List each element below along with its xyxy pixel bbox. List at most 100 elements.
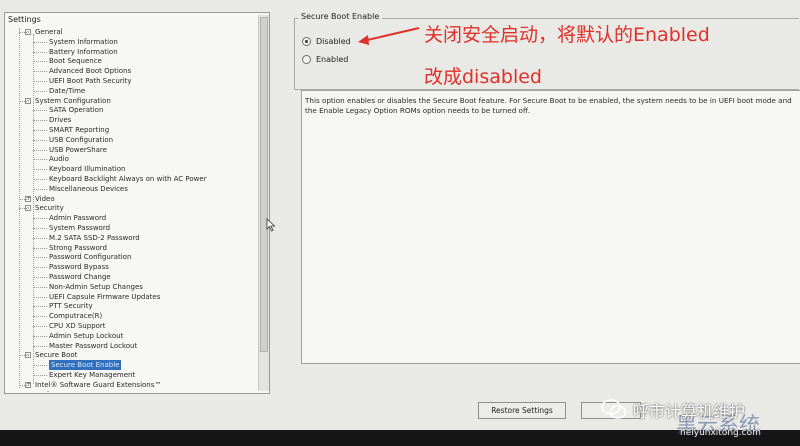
tree-connector xyxy=(33,188,47,190)
watermark-site: heiyunxitong.com xyxy=(680,428,761,438)
tree-connector xyxy=(33,110,47,112)
tree-item[interactable]: Intel® Software Guard Extensions™ + xyxy=(25,380,161,390)
tree-connector xyxy=(33,169,47,171)
tree-item-label: Video xyxy=(35,194,55,203)
tree-item[interactable]: Secure Boot - xyxy=(25,350,78,360)
tree-item-label: M.2 SATA SSD-2 Password xyxy=(49,233,140,242)
tree-item[interactable]: UEFI Capsule Firmware Updates xyxy=(49,292,160,302)
tree-item-label: Drives xyxy=(49,116,72,125)
tree-item[interactable]: Master Password Lockout xyxy=(49,341,137,351)
annotation-line-1: 关闭安全启动，将默认的Enabled xyxy=(424,24,710,46)
tree-connector xyxy=(19,355,31,357)
tree-item-label: Keyboard Backlight Always on with AC Pow… xyxy=(49,175,207,183)
tree-item-label: Master Password Lockout xyxy=(49,341,138,350)
tree-item[interactable]: Password Configuration xyxy=(49,252,131,262)
tree-item[interactable]: USB Configuration xyxy=(49,135,113,145)
tree-item[interactable]: System Configuration - xyxy=(25,96,111,106)
tree-connector xyxy=(33,228,47,229)
tree-item[interactable]: PTT Security xyxy=(49,301,93,311)
tree-connector xyxy=(33,267,47,269)
tree-item[interactable]: Computrace(R) xyxy=(49,311,102,321)
radio-disabled-indicator[interactable] xyxy=(302,37,311,46)
tree-item[interactable]: USB PowerShare xyxy=(49,145,107,155)
radio-enabled[interactable]: Enabled xyxy=(302,54,362,66)
tree-item[interactable]: General - xyxy=(25,27,63,37)
tree-item[interactable]: Keyboard Backlight Always on with AC Pow… xyxy=(49,174,207,184)
tree-connector xyxy=(33,120,47,122)
annotation-arrow-icon xyxy=(358,27,420,45)
tree-item[interactable]: Keyboard Illumination xyxy=(49,164,125,174)
tree-item[interactable]: M.2 SATA SSD-2 Password xyxy=(49,233,140,243)
tree-item-label: System Password xyxy=(49,224,111,232)
tree-item[interactable]: Miscellaneous Devices xyxy=(49,184,128,194)
tree-item[interactable]: Drives xyxy=(49,115,71,125)
tree-connector xyxy=(33,345,47,347)
tree-item[interactable]: Secure Boot Enable xyxy=(49,360,122,371)
tree-connector xyxy=(33,90,47,92)
tree-item[interactable]: SATA Operation xyxy=(49,105,103,115)
tree-connector xyxy=(19,198,31,200)
tree-item-label: Expert Key Management xyxy=(49,371,136,379)
restore-settings-button[interactable]: Restore Settings xyxy=(478,402,566,419)
tree-connector xyxy=(33,81,47,82)
secure-boot-group-title: Secure Boot Enable xyxy=(298,12,383,21)
tree-item-label: USB PowerShare xyxy=(49,145,107,154)
tree-connector xyxy=(33,257,47,259)
tree-item[interactable]: Strong Password xyxy=(49,243,107,253)
tree-item[interactable]: Advanced Boot Options xyxy=(49,66,131,76)
tree-item[interactable]: System Information xyxy=(49,37,118,47)
tree-item-label: Non-Admin Setup Changes xyxy=(49,282,143,291)
tree-item-label: Password Configuration xyxy=(49,253,132,262)
tree-item-label: Admin Password xyxy=(49,214,107,223)
tree-scrollbar-thumb[interactable] xyxy=(260,17,268,352)
tree-connector xyxy=(19,208,31,210)
tree-item[interactable]: Performance+ xyxy=(25,390,79,392)
tree-item[interactable]: Admin Setup Lockout xyxy=(49,331,123,341)
tree-item-label: CPU XD Support xyxy=(49,322,106,330)
radio-disabled[interactable]: Disabled xyxy=(302,36,362,48)
tree-item[interactable]: Audio xyxy=(49,154,69,164)
tree-connector xyxy=(33,61,47,63)
tree-scrollbar[interactable] xyxy=(258,15,269,391)
tree-item[interactable]: CPU XD Support xyxy=(49,321,106,331)
tree-connector xyxy=(33,51,47,53)
tree-item[interactable]: Non-Admin Setup Changes xyxy=(49,282,143,292)
mouse-cursor-icon xyxy=(266,218,276,232)
tree-item[interactable]: Password Bypass xyxy=(49,262,109,272)
tree-item-label: SMART Reporting xyxy=(49,126,110,134)
tree-item[interactable]: Date/Time xyxy=(49,86,85,96)
tree-connector xyxy=(19,100,31,102)
tree-item-label: Secure Boot xyxy=(35,351,78,360)
radio-disabled-label: Disabled xyxy=(316,37,351,46)
radio-enabled-indicator[interactable] xyxy=(302,55,311,64)
tree-item-label: USB Configuration xyxy=(49,135,114,144)
tree-connector xyxy=(19,28,20,388)
tree-item-label: System Information xyxy=(49,37,118,46)
tree-item-label: System Configuration xyxy=(35,96,111,105)
tree-connector xyxy=(19,384,31,386)
tree-item[interactable]: Admin Password xyxy=(49,213,106,223)
tree-item[interactable]: Security - xyxy=(25,203,64,213)
settings-tree-title: Settings xyxy=(8,15,41,24)
tree-item[interactable]: UEFI Boot Path Security xyxy=(49,76,132,86)
tree-item-label: Keyboard Illumination xyxy=(49,165,126,174)
tree-item[interactable]: Password Change xyxy=(49,272,111,282)
tree-connector xyxy=(33,34,34,384)
tree-item[interactable]: SMART Reporting xyxy=(49,125,109,135)
tree-item[interactable]: Expert Key Management xyxy=(49,370,135,380)
settings-tree-pane: Settings General - System Information Batte… xyxy=(4,12,270,394)
tree-connector xyxy=(33,218,47,220)
tree-item-label: Battery Information xyxy=(49,47,118,56)
tree-item-label: Computrace(R) xyxy=(49,312,103,321)
tree-item-label: Security xyxy=(35,204,64,213)
tree-item[interactable]: Boot Sequence xyxy=(49,56,102,66)
tree-connector xyxy=(33,179,47,180)
tree-connector xyxy=(33,306,47,308)
tree-item-label: Admin Setup Lockout xyxy=(49,331,124,340)
tree-item-label: Boot Sequence xyxy=(49,57,102,66)
tree-item-label: Strong Password xyxy=(49,243,107,252)
description-panel: This option enables or disables the Secu… xyxy=(301,90,800,364)
tree-item[interactable]: Battery Information xyxy=(49,47,118,57)
tree-item[interactable]: Video + xyxy=(25,194,55,204)
tree-item[interactable]: System Password xyxy=(49,223,110,233)
